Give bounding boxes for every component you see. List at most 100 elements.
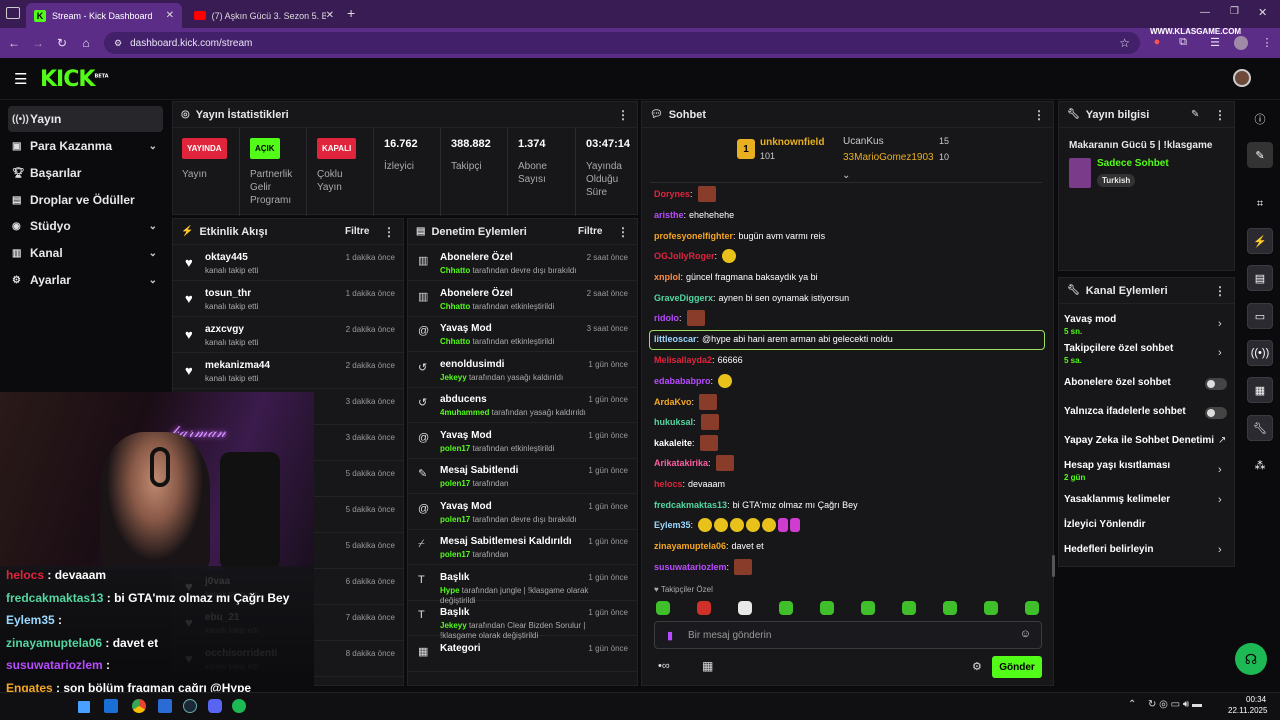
chat-message[interactable]: edabababpro: [654, 373, 733, 389]
restore-icon[interactable]: ❐ [1230, 6, 1239, 17]
info-icon[interactable]: ⓘ [1247, 106, 1273, 132]
chat-message[interactable]: fredcakmaktas13: bi GTA'mız olmaz mı Çağr… [654, 497, 858, 513]
chat-message[interactable]: Melisallayda2:66666 [654, 352, 743, 368]
sidebar-item-basarilar[interactable]: 🏆︎ Başarılar [8, 160, 163, 186]
wrench-icon[interactable]: 🔧︎ [1247, 415, 1273, 441]
channel-action-item[interactable]: Hesap yaşı kısıtlaması 2 gün [1064, 460, 1170, 482]
chat-username[interactable]: edabababpro [654, 376, 711, 386]
chevron-right-icon[interactable]: › [1218, 318, 1222, 330]
share-icon[interactable]: ⁂ [1247, 452, 1273, 478]
chat-message[interactable]: hukuksal: [654, 414, 719, 430]
chat-message[interactable]: ArdaKvo: [654, 394, 718, 410]
channel-action-item[interactable]: Yapay Zeka ile Sohbet Denetimi [1064, 435, 1214, 446]
sidebar-item-yayin[interactable]: ((•)) Yayın [8, 106, 163, 132]
layout-icon[interactable]: ▦ [1247, 377, 1273, 403]
emote-shortcut[interactable] [697, 601, 711, 615]
sidebar-item-droplar[interactable]: ▤ Droplar ve Ödüller [8, 187, 163, 213]
chat-message[interactable]: Arikatakirika: [654, 455, 734, 471]
user-avatar[interactable] [1233, 69, 1251, 87]
emoji-picker-icon[interactable]: ☺ [1020, 628, 1031, 640]
chat-message[interactable]: aristhe: ehehehehe [654, 207, 734, 223]
collapse-icon[interactable]: ⌄ [842, 170, 850, 181]
chat-username[interactable]: OGJollyRoger [654, 251, 715, 261]
channel-action-item[interactable]: Abonelere özel sohbet [1064, 377, 1171, 388]
chat-username[interactable]: Dorynes [654, 189, 690, 199]
gifter-name[interactable]: 33MarioGomez1903 [843, 152, 934, 163]
tab-youtube[interactable]: (7) Aşkın Gücü 3. Sezon 5. Bölü ✕ [186, 3, 342, 28]
chat-scrollbar[interactable] [1052, 555, 1055, 577]
chat-message[interactable]: ridolo: [654, 310, 705, 326]
chat-username[interactable]: xnplol [654, 272, 681, 282]
emote-shortcut[interactable] [861, 601, 875, 615]
browser-more-icon[interactable]: ⋮ [1260, 36, 1274, 50]
gifter-name[interactable]: UcanKus [843, 136, 884, 147]
moderation-row[interactable]: ⌿ Mesaj Sabitlemesi Kaldırıldı polen17 tar… [408, 529, 637, 565]
category-name[interactable]: Sadece Sohbet [1097, 158, 1169, 169]
browser-menu-icon[interactable] [6, 7, 20, 19]
chat-username[interactable]: GraveDiggerx [654, 293, 713, 303]
chat-username[interactable]: ridolo [654, 313, 679, 323]
emote-shortcut[interactable] [738, 601, 752, 615]
tray-chevron-icon[interactable]: ⌃ [1128, 699, 1136, 710]
new-tab-button[interactable]: + [347, 5, 355, 21]
activity-row[interactable]: ♥ oktay445 kanalı takip etti 1 dakika önce [173, 245, 403, 281]
emote-shortcut[interactable] [1025, 601, 1039, 615]
minimize-icon[interactable]: — [1200, 7, 1210, 18]
emote-shortcut[interactable] [779, 601, 793, 615]
filter-button[interactable]: Filtre [345, 226, 369, 237]
support-headset-button[interactable]: ☊ [1235, 643, 1267, 675]
steam-icon[interactable] [183, 699, 197, 713]
emote-shortcut[interactable] [902, 601, 916, 615]
channel-action-item[interactable]: Yavaş mod 5 sn. [1064, 314, 1116, 336]
moderation-row[interactable]: @ Yavaş Mod Chhatto tarafından etkinleştir… [408, 316, 637, 352]
channel-action-item[interactable]: Hedefleri belirleyin [1064, 544, 1153, 555]
chat-message[interactable]: Dorynes: [654, 186, 716, 202]
channel-action-item[interactable]: Takipçilere özel sohbet 5 sa. [1064, 343, 1173, 365]
chat-username[interactable]: helocs [654, 479, 683, 489]
activity-row[interactable]: ♥ azxcvgy kanalı takip etti 2 dakika önce [173, 317, 403, 353]
moderation-row[interactable]: @ Yavaş Mod polen17 tarafından devre dışı … [408, 494, 637, 530]
hamburger-menu-icon[interactable]: ☰ [14, 70, 27, 88]
tab-kick-dashboard[interactable]: K Stream - Kick Dashboard ✕ [26, 3, 182, 28]
chat-message[interactable]: kakaleite: [654, 435, 718, 451]
emote-shortcut[interactable] [943, 601, 957, 615]
moderation-row[interactable]: ↺ eenoldusimdi Jekeyy tarafından yasağı ka… [408, 352, 637, 388]
chat-username[interactable]: susuwatariozlem [654, 562, 727, 572]
channel-action-item[interactable]: İzleyici Yönlendir [1064, 519, 1146, 530]
chat-username[interactable]: fredcakmaktas13 [654, 500, 727, 510]
top-gifter-name[interactable]: unknownfield [760, 137, 824, 148]
toggle-switch[interactable] [1205, 378, 1227, 390]
forward-icon[interactable]: → [26, 36, 50, 50]
broadcast-icon[interactable]: ((•)) [1247, 340, 1273, 366]
channel-action-item[interactable]: Yalnızca ifadelerle sohbet [1064, 406, 1186, 417]
chat-settings-icon[interactable]: ⚙ [972, 660, 982, 673]
chat-message[interactable]: helocs: devaaam [654, 476, 725, 492]
activity-row[interactable]: ♥ tosun_thr kanalı takip etti 1 dakika önce [173, 281, 403, 317]
crop-icon[interactable]: ⌗ [1247, 191, 1273, 217]
moderation-row[interactable]: T Başlık Jekeyy tarafından Clear Bizden So… [408, 600, 637, 640]
chat-message[interactable]: zinayamuptela06: davet et [654, 538, 764, 554]
more-options-icon[interactable]: ⋮ [1214, 108, 1226, 122]
more-options-icon[interactable]: ⋮ [1033, 108, 1045, 122]
channel-action-item[interactable]: Yasaklanmış kelimeler [1064, 494, 1170, 505]
chat-username[interactable]: aristhe [654, 210, 684, 220]
activity-row[interactable]: ♥ mekanizma44 kanalı takip etti 2 dakika ön… [173, 353, 403, 389]
mic-icon[interactable]: ▮ [667, 629, 673, 642]
extension-record-icon[interactable]: ● [1150, 36, 1164, 50]
chat-username[interactable]: Eylem35 [654, 520, 691, 530]
chat-username[interactable]: kakaleite [654, 438, 692, 448]
points-icon[interactable]: •∞ [658, 660, 670, 672]
moderation-row[interactable]: T Başlık Hype tarafından jungle | !klasgam… [408, 565, 637, 605]
emote-shortcut[interactable] [984, 601, 998, 615]
sidebar-item-studyo[interactable]: ◉ Stüdyo ⌄ [8, 213, 163, 239]
chevron-right-icon[interactable]: › [1218, 544, 1222, 556]
home-icon[interactable]: ⌂ [74, 36, 98, 50]
moderation-row[interactable]: ▦ Kategori 1 gün önce [408, 636, 637, 672]
close-tab-icon[interactable]: ✕ [166, 10, 174, 21]
moderation-row[interactable]: ▥ Abonelere Özel Chhatto tarafından devre … [408, 245, 637, 281]
chat-input[interactable]: ▮ Bir mesaj gönderin ☺ [654, 621, 1042, 649]
clock-date[interactable]: 22.11.2025 [1228, 706, 1267, 715]
site-info-icon[interactable]: ⚙ [114, 38, 122, 49]
chat-message[interactable]: GraveDiggerx: aynen bi sen oynamak istiyo… [654, 290, 849, 306]
moderation-row[interactable]: ✎ Mesaj Sabitlendi polen17 tarafından 1 gün… [408, 458, 637, 494]
